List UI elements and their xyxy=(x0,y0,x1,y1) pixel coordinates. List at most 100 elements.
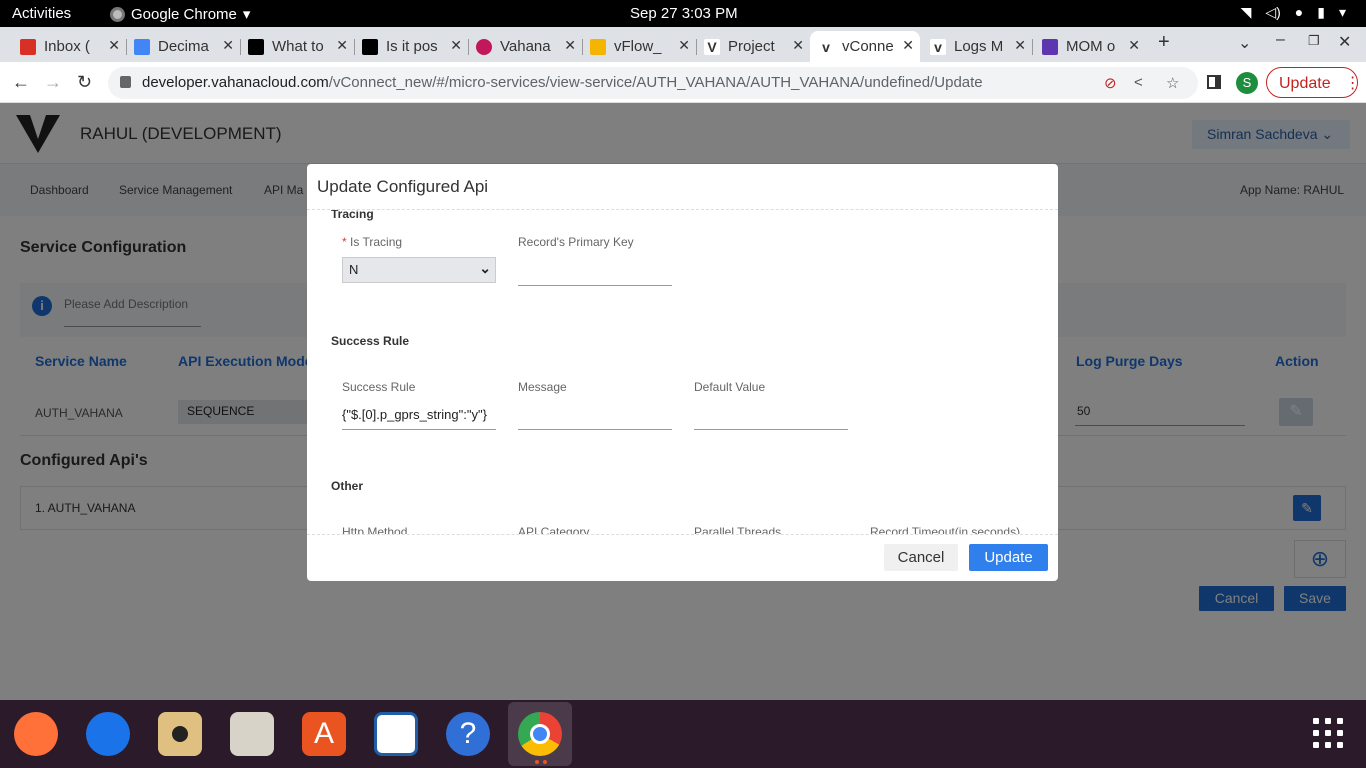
section-other: Other xyxy=(331,479,364,493)
minimize-icon[interactable]: – xyxy=(1276,31,1285,49)
record-timeout-label: Record Timeout(in seconds) xyxy=(870,525,1021,534)
profile-avatar[interactable]: S xyxy=(1236,72,1258,94)
update-api-modal: Update Configured Api Tracing * Is Traci… xyxy=(307,164,1058,581)
primary-key-input[interactable] xyxy=(518,256,672,286)
dock: A ? xyxy=(0,700,1366,768)
close-icon[interactable]: ✕ xyxy=(902,37,914,54)
site-favicon-icon xyxy=(248,38,264,55)
side-panel-icon[interactable] xyxy=(1207,75,1221,89)
close-icon[interactable]: ✕ xyxy=(1128,37,1140,54)
modal-body[interactable]: Tracing * Is Tracing N ⌄ Record's Primary… xyxy=(307,210,1058,534)
site-favicon-icon xyxy=(362,38,378,55)
omnibox[interactable]: developer.vahanacloud.com/vConnect_new/#… xyxy=(108,67,1198,99)
section-success-rule: Success Rule xyxy=(331,334,410,348)
show-apps-grid-icon[interactable] xyxy=(1313,718,1345,750)
wifi-icon: ◥ xyxy=(1240,4,1252,20)
tab-calendar[interactable]: Decima ✕ xyxy=(126,31,241,62)
chevron-down-icon: ▾ xyxy=(1338,4,1346,20)
v-logo-icon: v xyxy=(818,38,834,55)
url-text[interactable]: developer.vahanacloud.com/vConnect_new/#… xyxy=(142,74,983,91)
close-window-icon[interactable]: ✕ xyxy=(1338,32,1351,52)
share-icon[interactable]: < xyxy=(1134,74,1143,91)
tab-vconnect[interactable]: v vConne ✕ xyxy=(810,31,920,62)
tab-title: Inbox ( xyxy=(44,38,90,55)
tab-title: MOM o xyxy=(1066,38,1116,55)
close-icon[interactable]: ✕ xyxy=(792,37,804,54)
clock[interactable]: Sep 27 3:03 PM xyxy=(630,5,738,22)
microphone-icon: ● xyxy=(1294,4,1304,20)
default-value-input[interactable] xyxy=(694,400,848,430)
reload-icon[interactable]: ↻ xyxy=(77,72,92,93)
tab-title: What to xyxy=(272,38,324,55)
modal-cancel-button[interactable]: Cancel xyxy=(884,544,958,571)
close-icon[interactable]: ✕ xyxy=(678,37,690,54)
tab-logs[interactable]: v Logs M ✕ xyxy=(922,31,1033,62)
modal-title: Update Configured Api xyxy=(317,177,489,196)
tab-is-it-pos[interactable]: Is it pos ✕ xyxy=(354,31,469,62)
writer-icon[interactable] xyxy=(374,712,418,756)
new-tab-button[interactable]: + xyxy=(1158,31,1170,54)
help-icon[interactable]: ? xyxy=(446,712,490,756)
app-center-icon[interactable]: A xyxy=(302,712,346,756)
running-indicator xyxy=(535,760,539,764)
forward-icon[interactable]: → xyxy=(44,72,62,93)
v-logo-icon: V xyxy=(704,38,720,55)
blocked-icon[interactable]: ⊘ xyxy=(1104,74,1117,92)
update-label: Update xyxy=(1279,75,1331,92)
app-menu-label: Google Chrome xyxy=(131,5,237,23)
tab-title: Vahana xyxy=(500,38,551,55)
tab-strip: Inbox ( ✕ Decima ✕ What to ✕ Is it pos ✕ Vah… xyxy=(0,27,1366,62)
gmail-icon xyxy=(20,38,36,55)
tab-title: Is it pos xyxy=(386,38,438,55)
tab-title: vConne xyxy=(842,38,894,55)
tab-mom[interactable]: MOM o ✕ xyxy=(1034,31,1146,62)
primary-key-label: Record's Primary Key xyxy=(518,235,634,249)
close-icon[interactable]: ✕ xyxy=(336,37,348,54)
rhythmbox-icon[interactable] xyxy=(158,712,202,756)
system-tray[interactable]: ◥ ◁) ● ▮ ▾ xyxy=(1241,4,1346,21)
activities-button[interactable]: Activities xyxy=(12,5,71,22)
success-rule-label: Success Rule xyxy=(342,380,416,394)
files-icon[interactable] xyxy=(230,712,274,756)
vahana-icon xyxy=(476,38,492,55)
slides-icon xyxy=(590,38,606,55)
app-menu[interactable]: Google Chrome ▾ xyxy=(110,5,250,23)
is-tracing-select[interactable]: N ⌄ xyxy=(342,257,496,283)
docs-icon xyxy=(1042,38,1058,55)
is-tracing-value: N xyxy=(349,262,359,277)
tab-gmail[interactable]: Inbox ( ✕ xyxy=(12,31,127,62)
system-top-bar: Activities Google Chrome ▾ Sep 27 3:03 P… xyxy=(0,0,1366,27)
message-input[interactable] xyxy=(518,400,672,430)
restore-icon[interactable]: ❐ xyxy=(1308,33,1320,49)
close-icon[interactable]: ✕ xyxy=(564,37,576,54)
close-icon[interactable]: ✕ xyxy=(450,37,462,54)
is-tracing-label: * Is Tracing xyxy=(342,235,403,249)
tab-title: Decima xyxy=(158,38,209,55)
tab-search-icon[interactable]: ⌄ xyxy=(1238,33,1251,53)
address-bar-row: ← → ↻ developer.vahanacloud.com/vConnect… xyxy=(0,62,1366,103)
success-rule-input[interactable]: {"$.[0].p_gprs_string":"y"} xyxy=(342,400,496,430)
close-icon[interactable]: ✕ xyxy=(108,37,120,54)
tab-vahana[interactable]: Vahana ✕ xyxy=(468,31,583,62)
url-path: /vConnect_new/#/micro-services/view-serv… xyxy=(328,74,983,91)
thunderbird-icon[interactable] xyxy=(86,712,130,756)
default-value-label: Default Value xyxy=(694,380,766,394)
close-icon[interactable]: ✕ xyxy=(222,37,234,54)
chrome-update-button[interactable]: Update ⋮ xyxy=(1266,67,1361,98)
firefox-icon[interactable] xyxy=(14,712,58,756)
modal-update-button[interactable]: Update xyxy=(969,544,1048,571)
bookmark-star-icon[interactable]: ☆ xyxy=(1166,74,1179,92)
close-icon[interactable]: ✕ xyxy=(1014,37,1026,54)
dropdown-arrow-icon: ▾ xyxy=(242,6,251,23)
back-icon[interactable]: ← xyxy=(12,72,30,93)
tab-what-to[interactable]: What to ✕ xyxy=(240,31,355,62)
tab-project[interactable]: V Project ✕ xyxy=(696,31,810,62)
running-indicator xyxy=(543,760,547,764)
tab-vflow[interactable]: vFlow_ ✕ xyxy=(582,31,697,62)
parallel-threads-label: Parallel Threads xyxy=(694,525,782,534)
lock-icon xyxy=(120,76,131,88)
volume-icon: ◁) xyxy=(1265,4,1281,20)
tab-title: Logs M xyxy=(954,38,1004,55)
url-domain: developer.vahanacloud.com xyxy=(142,74,329,91)
chrome-icon[interactable] xyxy=(518,712,562,756)
